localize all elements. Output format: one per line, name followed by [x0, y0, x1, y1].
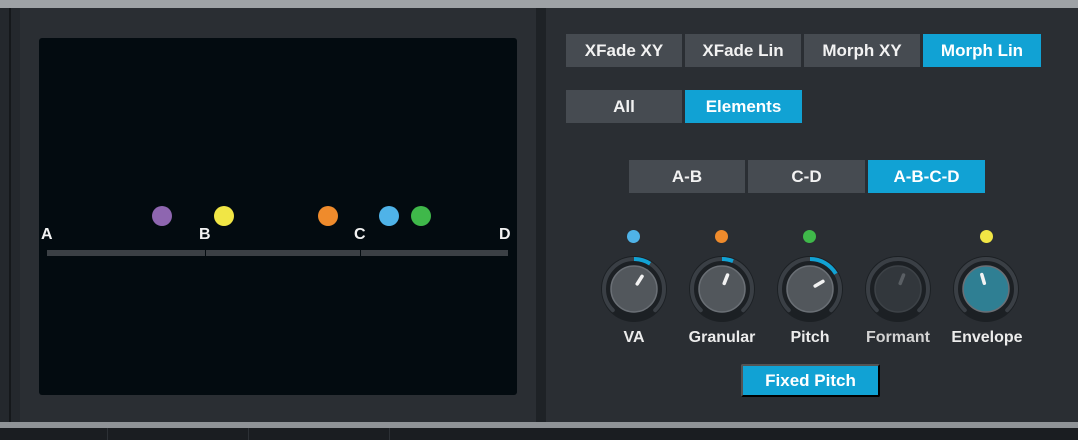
va-knob[interactable] — [598, 253, 670, 325]
left-edge-line — [9, 8, 11, 422]
pad-point-purple[interactable] — [152, 206, 172, 226]
pitch-color-dot — [803, 230, 816, 243]
left-edge-panel — [0, 8, 20, 422]
top-border — [0, 0, 1078, 8]
bottom-base — [0, 428, 1078, 440]
pad-point-envelope[interactable] — [214, 206, 234, 226]
controls-panel — [546, 8, 1078, 422]
tab-morph-xy[interactable]: Morph XY — [804, 34, 920, 67]
tab-morph-lin[interactable]: Morph Lin — [923, 34, 1041, 67]
knob-body — [610, 265, 658, 313]
fixed-pitch-button[interactable]: Fixed Pitch — [741, 364, 880, 397]
envelope-knob-label: Envelope — [951, 329, 1023, 346]
pad-point-granular[interactable] — [318, 206, 338, 226]
pad-point-pitch[interactable] — [411, 206, 431, 226]
knob-body — [874, 265, 922, 313]
formant-knob-label: Formant — [866, 329, 930, 346]
granular-knob-label: Granular — [688, 329, 756, 346]
tab-xfade-lin[interactable]: XFade Lin — [685, 34, 801, 67]
tab-a-b-c-d[interactable]: A-B-C-D — [868, 160, 985, 193]
tab-xfade-xy[interactable]: XFade XY — [566, 34, 682, 67]
pad-label-a: A — [41, 226, 53, 243]
pad-label-c: C — [354, 226, 366, 243]
pitch-knob-label: Pitch — [790, 329, 830, 346]
pitch-knob[interactable] — [774, 253, 846, 325]
pad-line-a-b — [47, 250, 205, 256]
formant-knob[interactable] — [862, 253, 934, 325]
panel-divider — [536, 8, 546, 422]
pad-label-b: B — [199, 226, 211, 243]
granular-knob[interactable] — [686, 253, 758, 325]
tab-all[interactable]: All — [566, 90, 682, 123]
bottom-tick — [248, 428, 249, 440]
pad-line-c-d — [361, 250, 508, 256]
bottom-tick — [107, 428, 108, 440]
pad-line-b-c — [206, 250, 360, 256]
tab-c-d[interactable]: C-D — [748, 160, 865, 193]
knob-body — [698, 265, 746, 313]
knob-body — [962, 265, 1010, 313]
morph-pad[interactable]: A B C D — [39, 38, 517, 395]
envelope-knob[interactable] — [950, 253, 1022, 325]
knob-body — [786, 265, 834, 313]
va-knob-label: VA — [623, 329, 645, 346]
pad-point-va[interactable] — [379, 206, 399, 226]
knob-pointer — [980, 272, 987, 285]
tab-a-b[interactable]: A-B — [629, 160, 745, 193]
knob-value-arc — [721, 257, 734, 263]
bottom-tick — [389, 428, 390, 440]
pad-label-d: D — [499, 226, 511, 243]
tab-elements[interactable]: Elements — [685, 90, 802, 123]
envelope-color-dot — [980, 230, 993, 243]
va-color-dot — [627, 230, 640, 243]
granular-color-dot — [715, 230, 728, 243]
